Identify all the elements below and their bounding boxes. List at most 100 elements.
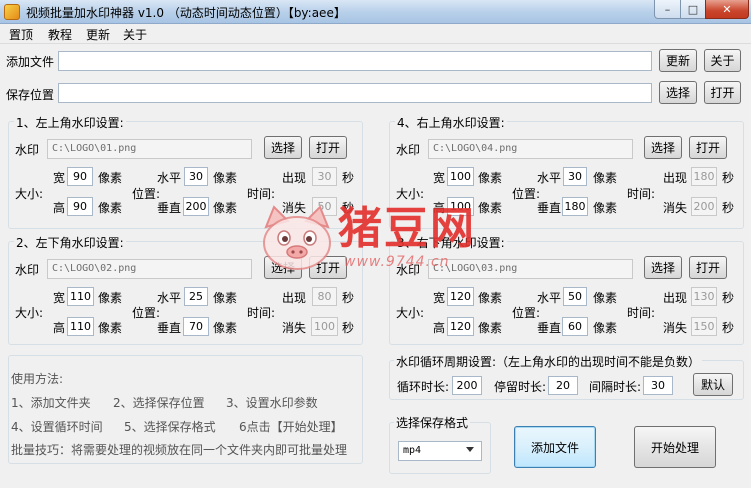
appear-input[interactable]: 80 (312, 287, 337, 306)
usage-tip: 批量技巧：将需要处理的视频放在同一个文件夹内即可批量处理 (11, 443, 348, 457)
update-button[interactable]: 更新 (659, 49, 697, 72)
vertical-input[interactable]: 200 (183, 197, 209, 216)
pixel-unit: 像素 (593, 201, 618, 215)
height-input[interactable]: 120 (447, 317, 474, 336)
width-input[interactable]: 120 (447, 287, 474, 306)
menu-about[interactable]: 关于 (123, 26, 147, 43)
usage-step: 4、设置循环时间 (11, 420, 103, 434)
pixel-unit: 像素 (213, 171, 238, 185)
disappear-label: 消失 (663, 201, 688, 215)
add-file-label: 添加文件 (6, 55, 55, 69)
vertical-label: 垂直 (157, 201, 182, 215)
usage-step: 3、设置水印参数 (226, 396, 318, 410)
appear-input[interactable]: 130 (691, 287, 717, 306)
height-label: 高 (53, 321, 66, 335)
disappear-input[interactable]: 200 (691, 197, 717, 216)
second-unit: 秒 (342, 321, 355, 335)
pixel-unit: 像素 (98, 291, 123, 305)
loop-duration-input[interactable]: 200 (452, 376, 482, 395)
time-label: 时间: (627, 187, 656, 201)
watermark-open-button[interactable]: 打开 (689, 136, 727, 159)
save-path-choose-button[interactable]: 选择 (659, 81, 697, 104)
minimize-button[interactable]: – (654, 0, 681, 19)
watermark-path-input[interactable]: C:\LOGO\01.png (47, 139, 252, 159)
menu-tutorial[interactable]: 教程 (48, 26, 72, 43)
pixel-unit: 像素 (213, 291, 238, 305)
time-label: 时间: (627, 306, 656, 320)
watermark-brand-text: 猪豆网 (338, 203, 476, 254)
usage-title: 使用方法: (11, 372, 64, 386)
chevron-down-icon[interactable] (466, 447, 474, 452)
pixel-unit: 像素 (593, 321, 618, 335)
appear-input[interactable]: 180 (691, 167, 717, 186)
gap-duration-input[interactable]: 30 (643, 376, 673, 395)
disappear-label: 消失 (282, 321, 307, 335)
appear-label: 出现 (282, 171, 307, 185)
vertical-input[interactable]: 70 (183, 317, 209, 336)
horizontal-label: 水平 (537, 171, 562, 185)
second-unit: 秒 (722, 291, 735, 305)
start-processing-button[interactable]: 开始处理 (634, 426, 716, 468)
watermark-choose-button[interactable]: 选择 (264, 136, 302, 159)
add-file-button[interactable]: 添加文件 (514, 426, 596, 468)
width-input[interactable]: 100 (447, 167, 474, 186)
horizontal-label: 水平 (537, 291, 562, 305)
width-label: 宽 (53, 171, 66, 185)
appear-label: 出现 (663, 171, 688, 185)
pixel-unit: 像素 (213, 321, 238, 335)
group-top-right-title: 4、右上角水印设置: (395, 114, 507, 131)
pixel-unit: 像素 (478, 291, 503, 305)
pixel-unit: 像素 (213, 201, 238, 215)
vertical-input[interactable]: 60 (562, 317, 588, 336)
about-button[interactable]: 关于 (704, 49, 741, 72)
add-file-input[interactable] (58, 51, 652, 71)
height-input[interactable]: 90 (67, 197, 93, 216)
save-path-input[interactable] (58, 83, 652, 103)
width-label: 宽 (433, 171, 446, 185)
position-label: 位置: (132, 187, 161, 201)
position-label: 位置: (132, 306, 161, 320)
stay-duration-input[interactable]: 20 (548, 376, 578, 395)
watermark-choose-button[interactable]: 选择 (644, 256, 682, 279)
format-title: 选择保存格式 (394, 414, 471, 431)
watermark-choose-button[interactable]: 选择 (644, 136, 682, 159)
group-top-left-title: 1、左上角水印设置: (14, 114, 126, 131)
close-button[interactable]: ✕ (705, 0, 749, 19)
menu-pin-top[interactable]: 置顶 (9, 26, 33, 43)
width-input[interactable]: 110 (67, 287, 94, 306)
watermark-open-button[interactable]: 打开 (689, 256, 727, 279)
watermark-path-input[interactable]: C:\LOGO\04.png (428, 139, 633, 159)
watermark-url-text: www.9744.cn (344, 254, 450, 270)
height-input[interactable]: 110 (67, 317, 94, 336)
watermark-path-input[interactable]: C:\LOGO\03.png (428, 259, 633, 279)
appear-label: 出现 (663, 291, 688, 305)
horizontal-input[interactable]: 30 (563, 167, 587, 186)
second-unit: 秒 (342, 171, 355, 185)
pig-cat-logo-icon (263, 205, 331, 270)
menu-bar: 置顶 教程 更新 关于 (0, 24, 751, 44)
pixel-unit: 像素 (478, 171, 503, 185)
horizontal-input[interactable]: 25 (184, 287, 208, 306)
gap-duration-label: 间隔时长: (589, 380, 642, 394)
disappear-input[interactable]: 100 (311, 317, 338, 336)
watermark-open-button[interactable]: 打开 (309, 136, 347, 159)
second-unit: 秒 (722, 321, 735, 335)
pixel-unit: 像素 (98, 201, 123, 215)
save-path-open-button[interactable]: 打开 (704, 81, 741, 104)
maximize-button[interactable]: □ (680, 0, 706, 19)
height-label: 高 (433, 321, 446, 335)
default-button[interactable]: 默认 (693, 373, 733, 396)
pixel-unit: 像素 (98, 171, 123, 185)
size-label: 大小: (396, 306, 425, 320)
title-bar: 视频批量加水印神器 v1.0 （动态时间动态位置）【by:aee】 – □ ✕ (0, 0, 751, 24)
usage-step: 6点击【开始处理】 (239, 420, 343, 434)
appear-input[interactable]: 30 (312, 167, 337, 186)
width-input[interactable]: 90 (67, 167, 93, 186)
watermark-path-input[interactable]: C:\LOGO\02.png (47, 259, 252, 279)
disappear-input[interactable]: 150 (691, 317, 717, 336)
height-label: 高 (53, 201, 66, 215)
horizontal-input[interactable]: 30 (184, 167, 208, 186)
horizontal-input[interactable]: 50 (563, 287, 587, 306)
menu-update[interactable]: 更新 (86, 26, 110, 43)
vertical-input[interactable]: 180 (562, 197, 588, 216)
